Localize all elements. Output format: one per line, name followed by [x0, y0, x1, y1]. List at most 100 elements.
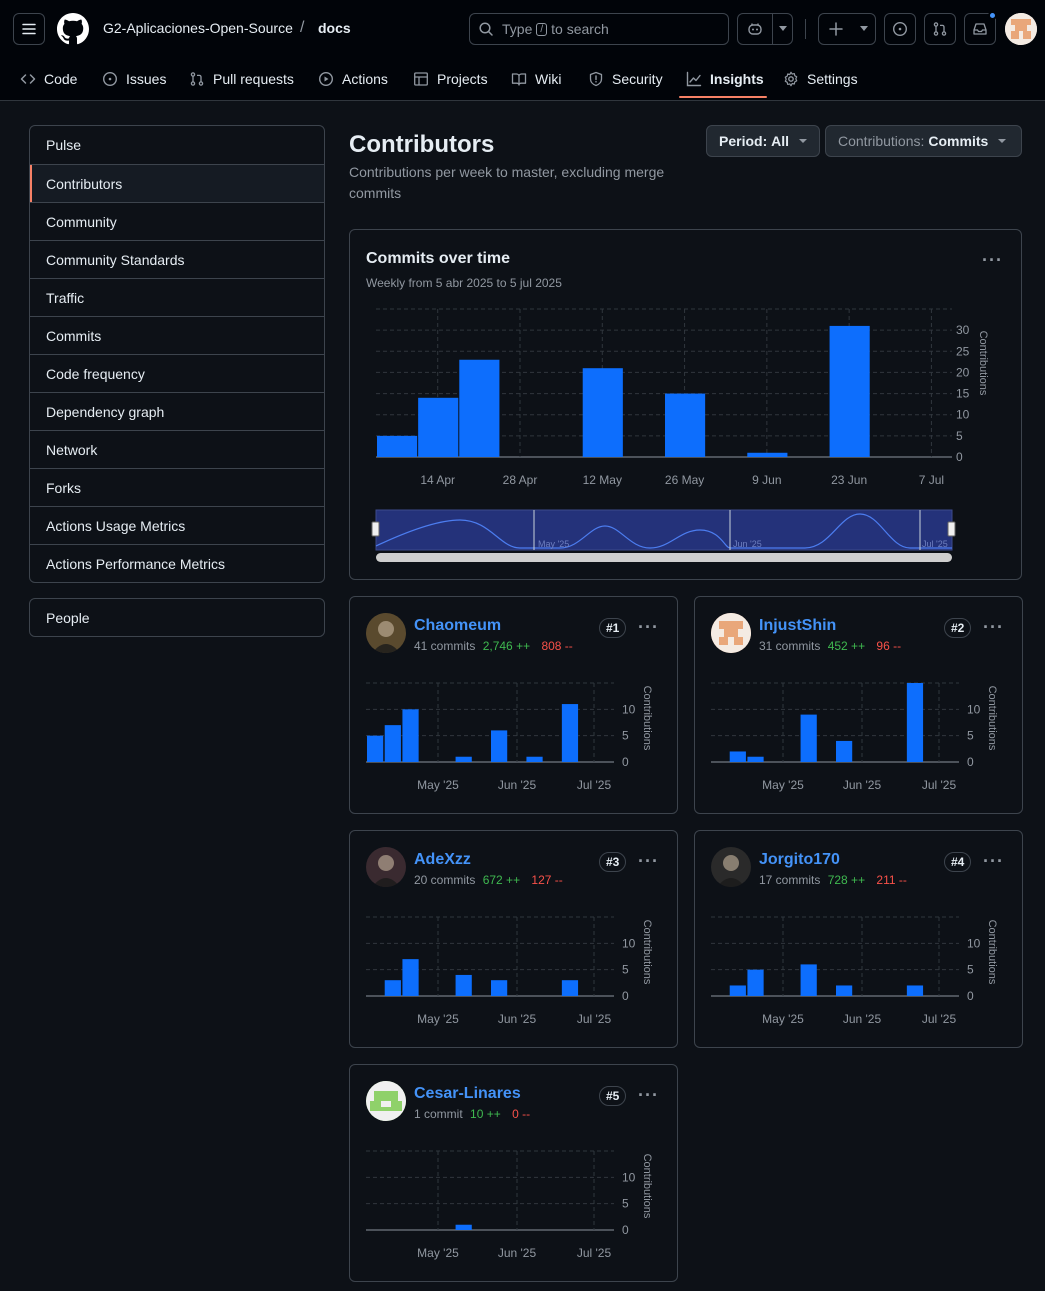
- chart-bar[interactable]: [455, 756, 472, 762]
- chart-bar[interactable]: [402, 709, 419, 762]
- create-new-button-group: [818, 13, 876, 45]
- chart-bar[interactable]: [377, 435, 418, 457]
- sidebar-item-community-standards[interactable]: Community Standards: [30, 240, 324, 278]
- copilot-dropdown-button[interactable]: [772, 14, 792, 44]
- chart-bar[interactable]: [836, 740, 853, 762]
- x-tick-label: 14 Apr: [420, 473, 455, 487]
- chart-bar[interactable]: [561, 704, 579, 762]
- chart-bar[interactable]: [455, 974, 472, 996]
- copilot-button[interactable]: [738, 14, 772, 44]
- tab-insights[interactable]: Insights: [686, 56, 764, 101]
- sidebar-item-network[interactable]: Network: [30, 430, 324, 468]
- y-tick-label: 30: [956, 323, 970, 337]
- tab-wiki[interactable]: Wiki: [511, 56, 561, 101]
- breadcrumb-owner-link[interactable]: G2-Aplicaciones-Open-Source: [103, 20, 293, 36]
- tab-projects[interactable]: Projects: [413, 56, 488, 101]
- notification-indicator: [988, 11, 997, 20]
- overview-chart: 0 5 10 15 20 25 30 14 Apr 28 Apr 12 May 26 May 9 Ju…: [371, 308, 989, 562]
- commits-over-time-card: Commits over time Weekly from 5 abr 2025…: [349, 229, 1022, 580]
- search-placeholder-suffix: to search: [551, 21, 609, 37]
- sidebar-item-dependency-graph[interactable]: Dependency graph: [30, 392, 324, 430]
- tab-settings[interactable]: Settings: [783, 56, 858, 101]
- y-tick-label: 0: [622, 1223, 629, 1237]
- chart-bar[interactable]: [367, 735, 384, 762]
- y-tick-label: 5: [956, 429, 963, 443]
- range-navigator[interactable]: May '25 Jun '25 Jul '25: [371, 509, 956, 562]
- chart-bar[interactable]: [384, 725, 401, 762]
- chart-bar[interactable]: [665, 393, 706, 457]
- chart-bar[interactable]: [561, 980, 579, 996]
- navigator-label: Jul '25: [922, 539, 948, 549]
- chart-bar[interactable]: [455, 1224, 472, 1230]
- x-tick-label: Jul '25: [577, 1012, 612, 1026]
- create-new-dropdown-button[interactable]: [853, 14, 875, 44]
- sidebar-item-commits[interactable]: Commits: [30, 316, 324, 354]
- user-avatar[interactable]: [1005, 13, 1037, 45]
- github-logo-icon[interactable]: [57, 13, 89, 45]
- x-tick-label: Jul '25: [577, 778, 612, 792]
- navigator-left-handle[interactable]: [371, 521, 380, 537]
- contributor-card: Jorgito170 17 commits 728 ++ 211 -- #4 ·…: [694, 830, 1023, 1048]
- chart-bar[interactable]: [582, 368, 623, 457]
- chart-bar[interactable]: [402, 959, 419, 996]
- sidebar-item-people[interactable]: People: [29, 598, 325, 637]
- x-tick-label: 9 Jun: [752, 473, 781, 487]
- tab-pull-requests[interactable]: Pull requests: [189, 56, 294, 101]
- chart-bar[interactable]: [906, 683, 924, 762]
- sidebar-item-label: Network: [46, 441, 98, 458]
- sidebar-item-actions-usage-metrics[interactable]: Actions Usage Metrics: [30, 506, 324, 544]
- breadcrumb-separator: /: [300, 19, 305, 36]
- tab-security[interactable]: Security: [588, 56, 663, 101]
- tab-actions[interactable]: Actions: [318, 56, 388, 101]
- chart-bar[interactable]: [729, 985, 746, 996]
- chart-bar[interactable]: [836, 985, 853, 996]
- chart-bar[interactable]: [491, 980, 508, 996]
- x-tick-label: Jun '25: [843, 1012, 882, 1026]
- pull-requests-button[interactable]: [924, 13, 956, 45]
- sidebar-item-contributors[interactable]: Contributors: [30, 164, 324, 202]
- chart-bar[interactable]: [906, 985, 924, 996]
- sidebar-item-community[interactable]: Community: [30, 202, 324, 240]
- contributions-label: Contributions:: [838, 133, 925, 149]
- chart-bar[interactable]: [384, 980, 401, 996]
- chart-bar[interactable]: [800, 714, 817, 762]
- chart-bar[interactable]: [418, 397, 459, 457]
- x-tick-label: May '25: [417, 778, 459, 792]
- create-new-button[interactable]: [819, 14, 853, 44]
- menu-icon: [22, 23, 36, 35]
- chart-bar[interactable]: [747, 969, 764, 996]
- tab-issues[interactable]: Issues: [102, 56, 166, 101]
- y-axis-label: Contributions: [641, 686, 653, 751]
- navigator-right-handle[interactable]: [947, 521, 956, 537]
- sidebar-item-traffic[interactable]: Traffic: [30, 278, 324, 316]
- sidebar-item-actions-performance-metrics[interactable]: Actions Performance Metrics: [30, 544, 324, 582]
- sidebar-item-label: Commits: [46, 327, 102, 344]
- y-tick-label: 5: [622, 1197, 629, 1211]
- chart-bar[interactable]: [729, 751, 746, 762]
- tab-security-label: Security: [612, 70, 663, 87]
- hamburger-menu-button[interactable]: [13, 13, 45, 45]
- period-dropdown-button[interactable]: Period: All: [706, 125, 821, 157]
- chart-bar[interactable]: [526, 756, 543, 762]
- navigator-scrollbar[interactable]: [376, 553, 952, 562]
- sidebar-item-label: Pulse: [46, 137, 82, 153]
- sidebar-item-forks[interactable]: Forks: [30, 468, 324, 506]
- sidebar-item-pulse[interactable]: Pulse: [30, 126, 324, 164]
- search-shortcut-key: /: [536, 22, 548, 36]
- chart-bar[interactable]: [747, 756, 764, 762]
- navigator-label: Jun '25: [733, 539, 762, 549]
- chart-bar[interactable]: [747, 452, 788, 457]
- issues-button[interactable]: [884, 13, 916, 45]
- tab-insights-label: Insights: [710, 70, 764, 87]
- chart-bar[interactable]: [800, 964, 817, 996]
- chart-bar[interactable]: [491, 730, 508, 762]
- tab-issues-label: Issues: [126, 70, 167, 87]
- copilot-button-group: [737, 13, 793, 45]
- contributions-dropdown-button[interactable]: Contributions: Commits: [825, 125, 1022, 157]
- tab-code[interactable]: Code: [20, 56, 77, 101]
- sidebar-item-code-frequency[interactable]: Code frequency: [30, 354, 324, 392]
- search-input[interactable]: Type / to search: [469, 13, 729, 45]
- chart-bar[interactable]: [829, 325, 870, 457]
- chart-bar[interactable]: [459, 359, 500, 457]
- breadcrumb-repo-link[interactable]: docs: [318, 20, 351, 36]
